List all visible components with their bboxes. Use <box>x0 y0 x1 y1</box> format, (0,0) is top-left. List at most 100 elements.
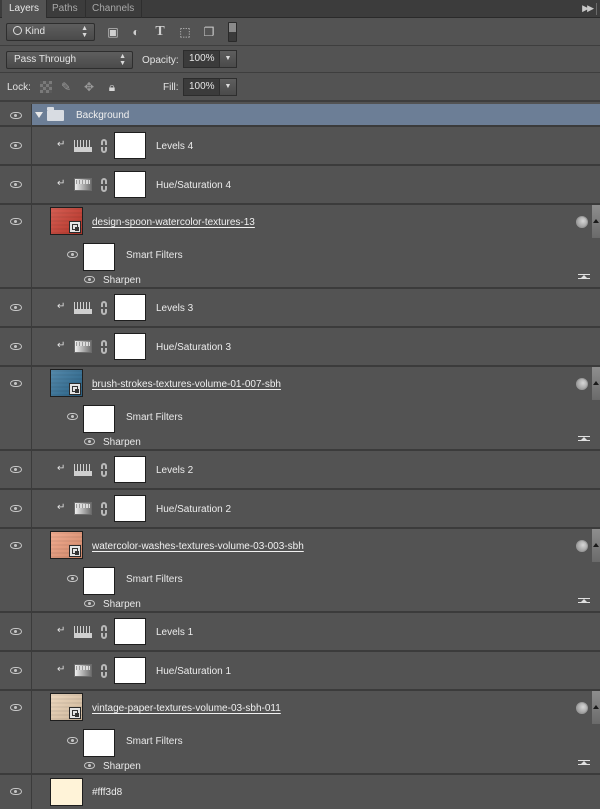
levels-adjustment-icon[interactable] <box>74 625 92 638</box>
smart-object-layer-row[interactable]: design-spoon-watercolor-textures-13 Smar… <box>0 205 600 289</box>
filter-name[interactable]: Sharpen <box>103 275 141 286</box>
eye-icon[interactable] <box>10 505 22 512</box>
smart-filter-indicator-icon[interactable] <box>573 216 588 229</box>
scroll-up-button[interactable] <box>592 691 600 724</box>
smart-filter-indicator-icon[interactable] <box>573 540 588 553</box>
layer-row[interactable]: ↵ Hue/Saturation 4 <box>0 166 600 205</box>
layer-group-background[interactable]: Background <box>0 104 600 127</box>
filter-name[interactable]: Sharpen <box>103 599 141 610</box>
layer-name[interactable]: Levels 4 <box>156 141 193 152</box>
smart-filters-label[interactable]: Smart Filters <box>126 574 183 585</box>
smart-filters-label[interactable]: Smart Filters <box>126 736 183 747</box>
smart-filter-indicator-icon[interactable] <box>573 378 588 391</box>
smart-filters-label[interactable]: Smart Filters <box>126 250 183 261</box>
eye-icon[interactable] <box>84 438 95 445</box>
layer-name[interactable]: Hue/Saturation 2 <box>156 504 231 515</box>
link-chain-icon[interactable] <box>101 301 107 315</box>
eye-icon[interactable] <box>10 704 22 711</box>
color-fill-layer-row[interactable]: #fff3d8 <box>0 775 600 809</box>
smart-filters-label[interactable]: Smart Filters <box>126 412 183 423</box>
tab-paths[interactable]: Paths <box>45 0 86 18</box>
layer-mask-thumbnail[interactable] <box>114 618 146 645</box>
eye-icon[interactable] <box>10 181 22 188</box>
fill-color-thumbnail[interactable] <box>50 778 83 806</box>
eye-icon[interactable] <box>10 218 22 225</box>
layer-row[interactable]: ↵ Levels 3 <box>0 289 600 328</box>
levels-adjustment-icon[interactable] <box>74 301 92 314</box>
image-filter-icon[interactable]: ▣ <box>106 25 120 39</box>
layer-mask-thumbnail[interactable] <box>114 495 146 522</box>
hue-saturation-adjustment-icon[interactable] <box>74 502 92 515</box>
layer-name[interactable]: brush-strokes-textures-volume-01-007-sbh <box>92 379 285 390</box>
eye-icon[interactable] <box>10 142 22 149</box>
layer-name[interactable]: Levels 1 <box>156 627 193 638</box>
filter-blending-options-icon[interactable] <box>578 598 590 607</box>
hue-saturation-adjustment-icon[interactable] <box>74 340 92 353</box>
layer-name[interactable]: watercolor-washes-textures-volume-03-003… <box>92 541 308 552</box>
hue-saturation-adjustment-icon[interactable] <box>74 178 92 191</box>
eye-icon[interactable] <box>10 466 22 473</box>
tab-channels[interactable]: Channels <box>85 0 143 18</box>
eye-icon[interactable] <box>84 600 95 607</box>
layer-row[interactable]: ↵ Levels 1 <box>0 613 600 652</box>
layer-mask-thumbnail[interactable] <box>114 294 146 321</box>
layer-mask-thumbnail[interactable] <box>114 456 146 483</box>
eye-icon[interactable] <box>67 737 78 744</box>
link-chain-icon[interactable] <box>101 463 107 477</box>
filter-toggle[interactable] <box>228 22 237 42</box>
link-chain-icon[interactable] <box>101 178 107 192</box>
layer-mask-thumbnail[interactable] <box>114 333 146 360</box>
adjustment-filter-icon[interactable]: ◐ <box>129 25 143 39</box>
lock-transparent-icon[interactable] <box>40 81 52 93</box>
eye-icon[interactable] <box>10 667 22 674</box>
layer-mask-thumbnail[interactable] <box>114 657 146 684</box>
tab-layers[interactable]: Layers <box>2 0 48 19</box>
double-chevron-right-icon[interactable]: ▶▶ <box>582 3 594 14</box>
eye-icon[interactable] <box>10 788 22 795</box>
eye-icon[interactable] <box>67 575 78 582</box>
levels-adjustment-icon[interactable] <box>74 463 92 476</box>
hue-saturation-adjustment-icon[interactable] <box>74 664 92 677</box>
eye-icon[interactable] <box>84 276 95 283</box>
scroll-up-button[interactable] <box>592 529 600 562</box>
smart-object-layer-row[interactable]: watercolor-washes-textures-volume-03-003… <box>0 529 600 613</box>
lock-all-icon[interactable]: 🔒︎ <box>106 81 118 93</box>
layer-row[interactable]: ↵ Levels 4 <box>0 127 600 166</box>
smart-filter-mask-thumbnail[interactable] <box>83 405 115 433</box>
filter-blending-options-icon[interactable] <box>578 760 590 769</box>
smart-object-layer-row[interactable]: vintage-paper-textures-volume-03-sbh-011… <box>0 691 600 775</box>
eye-icon[interactable] <box>10 628 22 635</box>
link-chain-icon[interactable] <box>101 340 107 354</box>
eye-icon[interactable] <box>67 413 78 420</box>
eye-icon[interactable] <box>10 380 22 387</box>
link-chain-icon[interactable] <box>101 664 107 678</box>
smart-filter-mask-thumbnail[interactable] <box>83 567 115 595</box>
layer-mask-thumbnail[interactable] <box>114 171 146 198</box>
smart-filter-mask-thumbnail[interactable] <box>83 729 115 757</box>
layer-name[interactable]: Hue/Saturation 4 <box>156 180 231 191</box>
layer-name[interactable]: Hue/Saturation 1 <box>156 666 231 677</box>
smart-filter-indicator-icon[interactable] <box>573 702 588 715</box>
fill-dropdown-button[interactable]: ▼ <box>219 78 237 96</box>
layer-mask-thumbnail[interactable] <box>114 132 146 159</box>
layer-name[interactable]: Levels 2 <box>156 465 193 476</box>
blend-mode-select[interactable]: Pass Through ▲ ▼ <box>6 51 133 69</box>
link-chain-icon[interactable] <box>101 625 107 639</box>
smart-object-filter-icon[interactable]: ❐ <box>202 25 216 39</box>
layer-row[interactable]: ↵ Levels 2 <box>0 451 600 490</box>
link-chain-icon[interactable] <box>101 139 107 153</box>
disclosure-triangle-icon[interactable] <box>35 112 43 118</box>
scroll-up-button[interactable] <box>592 205 600 238</box>
filter-blending-options-icon[interactable] <box>578 274 590 283</box>
scroll-up-button[interactable] <box>592 367 600 400</box>
eye-icon[interactable] <box>10 112 22 119</box>
layer-name[interactable]: Hue/Saturation 3 <box>156 342 231 353</box>
layer-row[interactable]: ↵ Hue/Saturation 1 <box>0 652 600 691</box>
opacity-dropdown-button[interactable]: ▼ <box>219 50 237 68</box>
smart-object-layer-row[interactable]: brush-strokes-textures-volume-01-007-sbh… <box>0 367 600 451</box>
layer-row[interactable]: ↵ Hue/Saturation 2 <box>0 490 600 529</box>
layer-name[interactable]: Levels 3 <box>156 303 193 314</box>
filter-kind-select[interactable]: Kind ▲ ▼ <box>6 23 95 41</box>
layer-name[interactable]: design-spoon-watercolor-textures-13 <box>92 217 259 228</box>
filter-name[interactable]: Sharpen <box>103 761 141 772</box>
